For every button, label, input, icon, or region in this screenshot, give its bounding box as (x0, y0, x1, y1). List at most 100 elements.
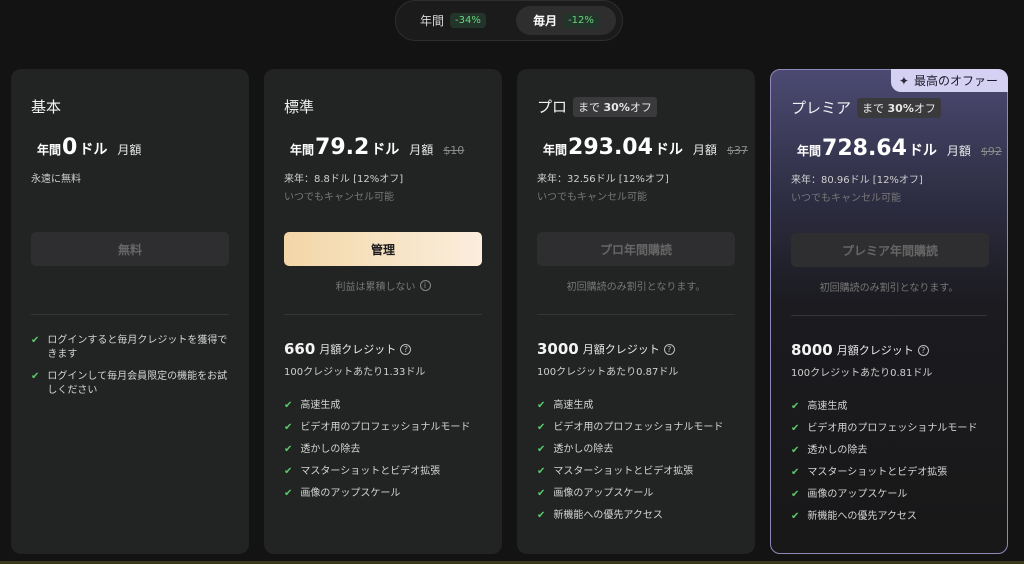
feature-text: 高速生成 (300, 400, 341, 411)
price-suffix: 月額 (692, 143, 717, 157)
discount-badge: まで 30%オフ (573, 96, 657, 117)
check-icon: ✔ (537, 400, 546, 411)
plan-name: プレミア まで 30%オフ (791, 97, 941, 118)
plan-name-text: プロ (537, 98, 568, 116)
plan-card-basic: 基本 年間 0 ドル 月額 永遠に無料 無料 ✔ ログインすると毎月クレジットを獲… (11, 69, 249, 554)
toggle-monthly-label: 毎月 (533, 14, 558, 28)
premier-annual-subscribe-button[interactable]: プレミア年間購読 (791, 233, 989, 267)
monthly-credits: 8000 月額クレジット ? (791, 341, 929, 359)
per-credit-price: 100クレジットあたり0.81ドル (791, 368, 933, 379)
price-amount: 293.04 (568, 135, 653, 160)
check-icon: ✔ (537, 444, 546, 455)
feature-text: マスターショットとビデオ拡張 (300, 466, 441, 477)
original-price: $10 (443, 144, 465, 157)
price-unit: ドル (79, 142, 108, 158)
check-icon: ✔ (284, 422, 293, 433)
feature-item: ✔ 高速生成 (791, 400, 995, 422)
next-year-price: 来年：80.96ドル [12%オフ] (791, 175, 923, 186)
check-icon: ✔ (537, 488, 546, 499)
divider (537, 314, 735, 315)
price-row: 年間 728.64 ドル 月額 $92 (797, 136, 1002, 161)
feature-item: ✔ 画像のアップスケール (284, 487, 490, 509)
pro-annual-subscribe-button[interactable]: プロ年間購読 (537, 232, 735, 266)
divider (31, 314, 229, 315)
per-credit-price: 100クレジットあたり1.33ドル (284, 367, 426, 378)
free-button[interactable]: 無料 (31, 232, 229, 266)
cancel-note: いつでもキャンセル可能 (791, 193, 901, 204)
plan-card-standard: 標準 年間 79.2 ドル 月額 $10 来年：8.8ドル [12%オフ] いつ… (264, 69, 502, 554)
feature-text: マスターショットとビデオ拡張 (553, 466, 694, 477)
check-icon: ✔ (791, 423, 800, 434)
feature-item: ✔ 透かしの除去 (537, 443, 743, 465)
discount-badge-pre: まで (578, 100, 601, 114)
feature-text: 透かしの除去 (300, 444, 361, 455)
price-row: 年間 0 ドル 月額 (37, 135, 141, 160)
next-year-price: 来年：32.56ドル [12%オフ] (537, 174, 669, 185)
price-suffix: 月額 (117, 143, 142, 157)
feature-text: ビデオ用のプロフェッショナルモード (553, 422, 724, 433)
price-prefix: 年間 (543, 143, 568, 157)
discount-badge-pre: まで (862, 101, 885, 115)
check-icon: ✔ (537, 510, 546, 521)
price-suffix: 月額 (946, 144, 971, 158)
feature-text: 透かしの除去 (807, 445, 868, 456)
help-icon[interactable]: ? (917, 344, 929, 356)
feature-text: ビデオ用のプロフェッショナルモード (807, 423, 978, 434)
feature-text: 透かしの除去 (553, 444, 614, 455)
feature-list: ✔ 高速生成 ✔ ビデオ用のプロフェッショナルモード ✔ 透かしの除去 ✔ マスターショ… (537, 399, 743, 531)
plan-name-text: プレミア (791, 99, 852, 117)
cancel-note: いつでもキャンセル可能 (537, 192, 647, 203)
help-icon[interactable]: ? (400, 343, 412, 355)
plan-name: 標準 (284, 96, 314, 117)
help-icon[interactable]: ? (663, 343, 675, 355)
manage-button[interactable]: 管理 (284, 232, 482, 266)
feature-item: ✔ ログインすると毎月クレジットを獲得できます (31, 334, 231, 362)
feature-item: ✔ 新機能への優先アクセス (537, 509, 743, 531)
price-unit: ドル (908, 143, 937, 159)
feature-item: ✔ マスターショットとビデオ拡張 (791, 466, 995, 488)
discount-note: 初回購読のみ割引となります。 (771, 279, 1007, 294)
benefit-note-text: 利益は累積しない (335, 282, 416, 293)
billing-toggle: 年間 -34% 毎月 -12% (395, 0, 623, 41)
check-icon: ✔ (791, 489, 800, 500)
discount-note-text: 初回購読のみ割引となります。 (819, 283, 959, 294)
check-icon: ✔ (284, 466, 293, 477)
credits-label: 月額クレジット (582, 343, 660, 356)
feature-item: ✔ 高速生成 (537, 399, 743, 421)
feature-item: ✔ ビデオ用のプロフェッショナルモード (537, 421, 743, 443)
price-amount: 0 (62, 135, 78, 160)
discount-badge-pct: 30% (603, 100, 630, 114)
price-subtext: 永遠に無料 (31, 174, 81, 185)
original-price: $37 (726, 144, 748, 157)
credits-amount: 3000 (537, 340, 579, 358)
credits-label: 月額クレジット (319, 343, 397, 356)
check-icon: ✔ (791, 445, 800, 456)
check-icon: ✔ (791, 511, 800, 522)
info-icon[interactable]: i (419, 280, 431, 291)
toggle-yearly-badge: -34% (450, 13, 486, 28)
feature-text: ログインすると毎月クレジットを獲得できます (47, 335, 228, 360)
divider (791, 315, 987, 316)
feature-item: ✔ ログインして毎月会員限定の機能をお試しください (31, 370, 231, 398)
toggle-yearly[interactable]: 年間 -34% (410, 6, 496, 35)
feature-text: 画像のアップスケール (807, 489, 908, 500)
plan-name: プロ まで 30%オフ (537, 96, 657, 117)
feature-item: ✔ 透かしの除去 (284, 443, 490, 465)
credits-amount: 660 (284, 340, 316, 358)
price-prefix: 年間 (290, 143, 315, 157)
feature-text: ログインして毎月会員限定の機能をお試しください (47, 371, 228, 396)
check-icon: ✔ (791, 467, 800, 478)
discount-badge-pct: 30% (887, 101, 914, 115)
toggle-monthly-badge: -12% (563, 13, 599, 28)
benefit-note: 利益は累積しない i (264, 278, 502, 293)
check-icon: ✔ (537, 466, 546, 477)
discount-note: 初回購読のみ割引となります。 (517, 278, 755, 293)
price-prefix: 年間 (37, 143, 62, 157)
price-amount: 79.2 (315, 135, 370, 160)
price-unit: ドル (371, 142, 400, 158)
credits-label: 月額クレジット (836, 344, 914, 357)
feature-item: ✔ 新機能への優先アクセス (791, 510, 995, 532)
feature-list: ✔ ログインすると毎月クレジットを獲得できます ✔ ログインして毎月会員限定の機能を… (31, 334, 231, 406)
feature-text: 画像のアップスケール (553, 488, 654, 499)
toggle-monthly[interactable]: 毎月 -12% (516, 6, 616, 35)
